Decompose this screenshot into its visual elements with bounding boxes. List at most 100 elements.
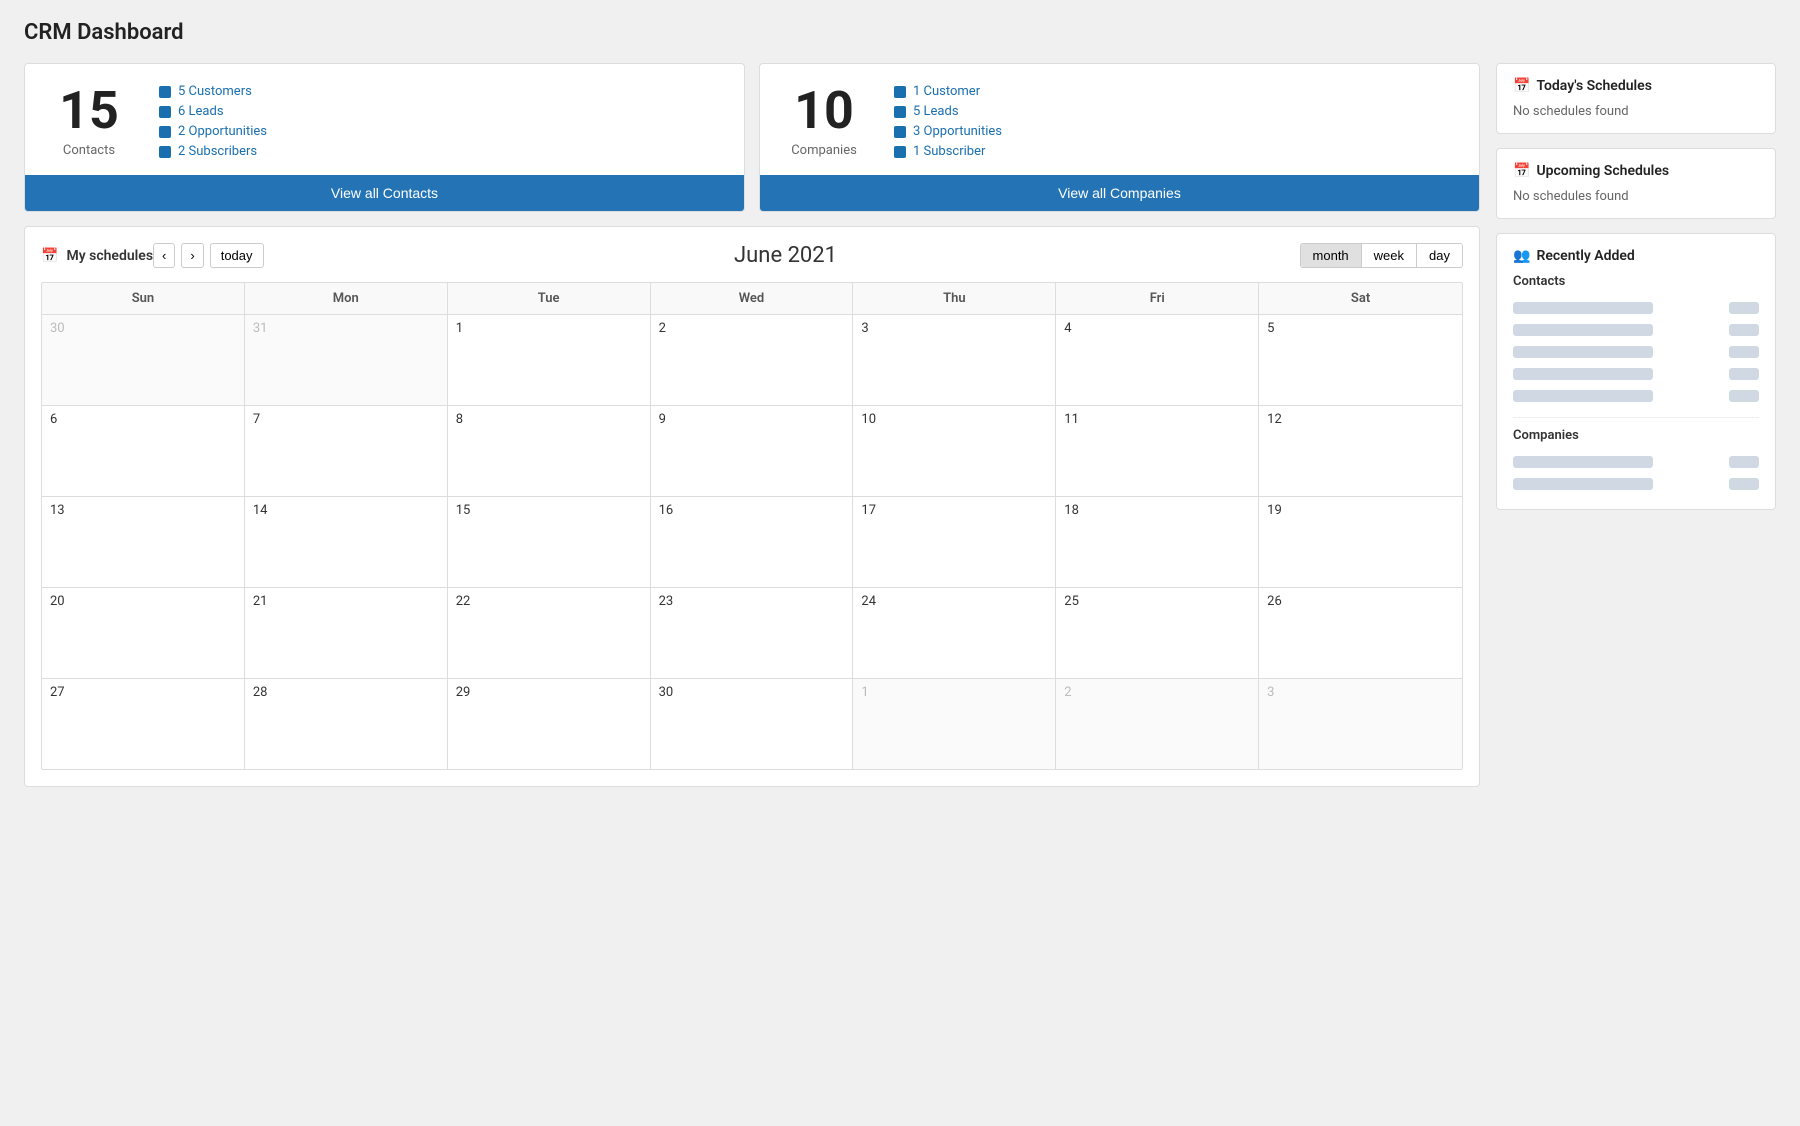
recently-contact-item-1[interactable] [1513,319,1759,341]
contacts-card-footer: View all Contacts [25,175,744,211]
cal-cell-w2-d3[interactable]: 16 [651,497,854,587]
companies-opportunities-text: 3 Opportunities [913,124,1002,139]
recently-contacts-list [1513,297,1759,407]
recently-contact-item-0[interactable] [1513,297,1759,319]
cal-date-w4-d2: 29 [456,685,471,700]
calendar-day-view-button[interactable]: day [1417,244,1462,267]
calendar-month-label: June 2021 [272,243,1300,268]
cal-week-2: 13141516171819 [42,497,1462,588]
cal-cell-w0-d6[interactable]: 5 [1259,315,1462,405]
companies-leads-text: 5 Leads [913,104,959,119]
recently-company-name-0 [1513,456,1653,468]
companies-opportunities-link[interactable]: 3 Opportunities [894,124,1002,139]
contacts-opportunities-link[interactable]: 2 Opportunities [159,124,267,139]
companies-leads-link[interactable]: 5 Leads [894,104,1002,119]
cal-cell-w1-d2[interactable]: 8 [448,406,651,496]
calendar-header: 📅 My schedules ‹ › today June 2021 month [41,243,1463,268]
companies-subscriber-link[interactable]: 1 Subscriber [894,144,1002,159]
view-all-contacts-button[interactable]: View all Contacts [25,175,744,211]
cal-cell-w4-d6[interactable]: 3 [1259,679,1462,769]
companies-number: 10 [794,85,854,137]
calendar-today-button[interactable]: today [210,243,264,268]
cal-cell-w4-d0[interactable]: 27 [42,679,245,769]
contacts-opportunities-text: 2 Opportunities [178,124,267,139]
calendar-title-section: 📅 My schedules [41,248,153,264]
cal-date-w1-d5: 11 [1064,412,1079,427]
calendar-section-title: My schedules [66,248,153,264]
upcoming-schedules-title: 📅 Upcoming Schedules [1513,163,1759,179]
companies-label: Companies [791,143,857,158]
companies-customer-link[interactable]: 1 Customer [894,84,1002,99]
recently-contact-name-0 [1513,302,1653,314]
recently-contacts-label: Contacts [1513,274,1759,289]
page-title: CRM Dashboard [24,20,1776,45]
calendar-next-button[interactable]: › [181,243,203,268]
cal-cell-w0-d3[interactable]: 2 [651,315,854,405]
cal-date-w3-d4: 24 [861,594,876,609]
cal-cell-w3-d2[interactable]: 22 [448,588,651,678]
cal-cell-w1-d6[interactable]: 12 [1259,406,1462,496]
cal-cell-w2-d1[interactable]: 14 [245,497,448,587]
cal-cell-w1-d4[interactable]: 10 [853,406,1056,496]
cal-cell-w3-d3[interactable]: 23 [651,588,854,678]
companies-stat-block: 10 Companies [784,85,864,158]
cal-cell-w0-d2[interactable]: 1 [448,315,651,405]
cal-cell-w0-d1[interactable]: 31 [245,315,448,405]
cal-cell-w3-d1[interactable]: 21 [245,588,448,678]
recently-company-item-1[interactable] [1513,473,1759,495]
contacts-customers-dot [159,86,171,98]
contacts-stat-block: 15 Contacts [49,85,129,158]
recently-contact-item-3[interactable] [1513,363,1759,385]
cal-date-w4-d1: 28 [253,685,268,700]
cal-cell-w4-d3[interactable]: 30 [651,679,854,769]
cal-cell-w2-d6[interactable]: 19 [1259,497,1462,587]
cal-cell-w1-d5[interactable]: 11 [1056,406,1259,496]
cal-cell-w4-d5[interactable]: 2 [1056,679,1259,769]
cal-header-sat: Sat [1259,283,1462,314]
companies-card-footer: View all Companies [760,175,1479,211]
left-column: 15 Contacts 5 Customers 6 Leads [24,63,1480,787]
cal-cell-w2-d2[interactable]: 15 [448,497,651,587]
cal-cell-w4-d1[interactable]: 28 [245,679,448,769]
cal-cell-w0-d4[interactable]: 3 [853,315,1056,405]
cal-date-w4-d5: 2 [1064,685,1071,700]
cal-date-w4-d4: 1 [861,685,868,700]
cal-cell-w1-d3[interactable]: 9 [651,406,854,496]
right-column: 📅 Today's Schedules No schedules found 📅… [1496,63,1776,510]
contacts-leads-link[interactable]: 6 Leads [159,104,267,119]
companies-customer-dot [894,86,906,98]
cal-cell-w3-d6[interactable]: 26 [1259,588,1462,678]
contacts-customers-link[interactable]: 5 Customers [159,84,267,99]
cal-cell-w4-d4[interactable]: 1 [853,679,1056,769]
calendar-month-view-button[interactable]: month [1301,244,1362,267]
cal-cell-w3-d4[interactable]: 24 [853,588,1056,678]
cal-cell-w3-d0[interactable]: 20 [42,588,245,678]
recently-contact-item-2[interactable] [1513,341,1759,363]
recently-company-name-1 [1513,478,1653,490]
cal-date-w0-d0: 30 [50,321,65,336]
cal-cell-w2-d5[interactable]: 18 [1056,497,1259,587]
cal-header-sun: Sun [42,283,245,314]
recently-company-item-0[interactable] [1513,451,1759,473]
companies-breakdown: 1 Customer 5 Leads 3 Opportunities [894,84,1002,159]
calendar-prev-button[interactable]: ‹ [153,243,175,268]
cal-date-w1-d6: 12 [1267,412,1282,427]
cal-cell-w0-d5[interactable]: 4 [1056,315,1259,405]
cal-cell-w1-d0[interactable]: 6 [42,406,245,496]
cal-cell-w4-d2[interactable]: 29 [448,679,651,769]
contacts-subscribers-link[interactable]: 2 Subscribers [159,144,267,159]
cal-date-w1-d4: 10 [861,412,876,427]
calendar-week-view-button[interactable]: week [1362,244,1417,267]
cal-cell-w0-d0[interactable]: 30 [42,315,245,405]
cal-date-w1-d3: 9 [659,412,666,427]
recently-contact-item-4[interactable] [1513,385,1759,407]
recently-contact-name-4 [1513,390,1653,402]
recently-companies-list [1513,451,1759,495]
cal-cell-w2-d4[interactable]: 17 [853,497,1056,587]
recently-added-panel: 👥 Recently Added Contacts Companies [1496,233,1776,510]
cal-cell-w1-d1[interactable]: 7 [245,406,448,496]
cal-cell-w3-d5[interactable]: 25 [1056,588,1259,678]
recently-company-badge-1 [1729,478,1759,490]
view-all-companies-button[interactable]: View all Companies [760,175,1479,211]
cal-cell-w2-d0[interactable]: 13 [42,497,245,587]
